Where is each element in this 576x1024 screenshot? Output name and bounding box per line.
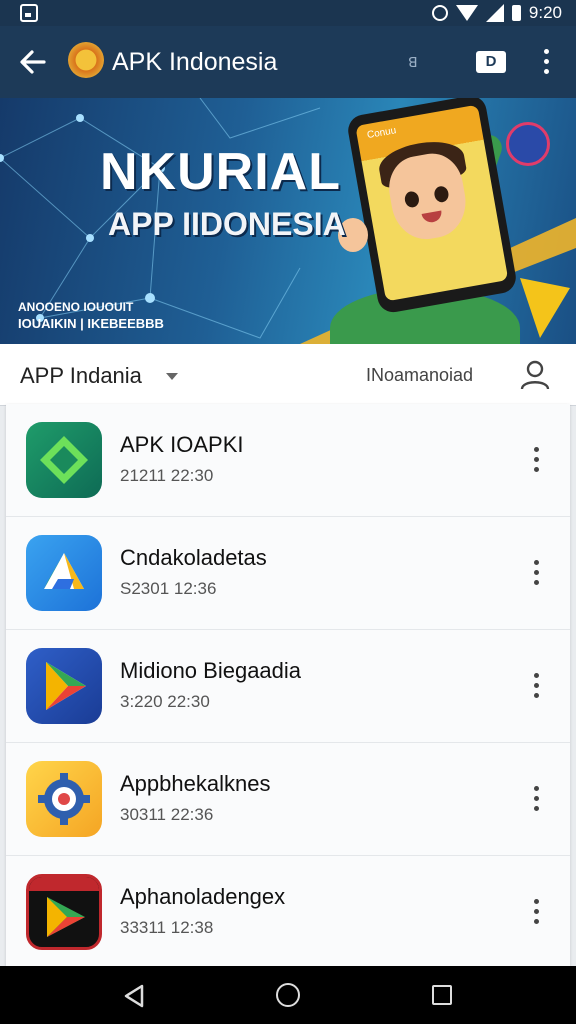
app-date: 30311 22:36: [120, 805, 214, 824]
status-time: 9:20: [528, 3, 562, 22]
battery-icon: [511, 5, 521, 21]
app-logo: [68, 42, 104, 78]
notification-icon: [20, 4, 38, 22]
filter-bar: APP Indania INoamanoiad: [0, 344, 576, 406]
alarm-icon: [431, 5, 448, 21]
more-vert-icon[interactable]: [530, 672, 544, 700]
app-date: S2301 12:36: [120, 579, 217, 598]
phone-screen-text: Conuu: [366, 125, 398, 142]
green-diamond-icon: [26, 422, 102, 498]
reader-mode-button[interactable]: D: [476, 51, 506, 73]
more-vert-icon[interactable]: [530, 446, 544, 474]
filter-right-label[interactable]: INoamanoiad: [366, 365, 473, 386]
app-name: Midiono Biegaadia: [120, 658, 302, 683]
dropdown-caret-icon[interactable]: [166, 373, 178, 380]
banner-subline: APP IIDONESIA: [108, 206, 346, 242]
promo-banner[interactable]: Conuu NKURIAL APP IIDONESIA ANOOENO IOUO…: [0, 98, 576, 344]
nav-home-icon[interactable]: [276, 983, 300, 1007]
app-title: APK Indonesia: [112, 48, 278, 76]
nav-recents-icon[interactable]: [432, 985, 452, 1005]
user-icon[interactable]: [518, 360, 552, 390]
more-vert-icon[interactable]: [530, 785, 544, 813]
nav-back-icon[interactable]: [122, 984, 146, 1008]
drive-triangle-icon: [26, 535, 102, 611]
list-item[interactable]: Cndakoladetas S2301 12:36: [6, 517, 570, 630]
back-arrow-icon[interactable]: [18, 48, 48, 76]
app-bar: APK Indonesia ꓭ D: [0, 26, 576, 98]
decor-badge-icon: [506, 122, 550, 166]
gear-badge-icon: [26, 761, 102, 837]
list-item[interactable]: Midiono Biegaadia 3:220 22:30: [6, 630, 570, 743]
play-red-icon: [26, 874, 102, 950]
navigation-bar: [0, 966, 576, 1024]
more-vert-icon[interactable]: [530, 559, 544, 587]
overflow-menu-icon[interactable]: [540, 48, 554, 76]
wifi-icon: [455, 5, 478, 21]
signal-icon: [485, 4, 504, 22]
app-name: Cndakoladetas: [120, 545, 267, 570]
app-date: 3:220 22:30: [120, 692, 210, 711]
list-item[interactable]: APK IOAPKI 21211 22:30: [6, 404, 570, 517]
more-vert-icon[interactable]: [530, 898, 544, 926]
app-name: Appbhekalknes: [120, 771, 271, 796]
banner-caption-1: ANOOENO IOUOUIT: [18, 300, 134, 314]
app-list: APK IOAPKI 21211 22:30 Cndakoladetas S23…: [6, 404, 570, 966]
app-name: APK IOAPKI: [120, 432, 244, 457]
app-bar-mark: ꓭ: [408, 54, 418, 70]
app-name: Aphanoladengex: [120, 884, 286, 909]
app-date: 21211 22:30: [120, 466, 214, 485]
play-store-icon: [26, 648, 102, 724]
app-date: 33311 12:38: [120, 918, 214, 937]
list-item[interactable]: Appbhekalknes 30311 22:36: [6, 743, 570, 856]
banner-headline: NKURIAL: [100, 143, 341, 201]
category-dropdown[interactable]: APP Indania: [20, 363, 142, 389]
banner-caption-2: IOUAIKIN | IKEBEEBBB: [18, 316, 164, 331]
list-item[interactable]: Aphanoladengex 33311 12:38: [6, 856, 570, 969]
status-bar: 9:20: [0, 0, 576, 26]
